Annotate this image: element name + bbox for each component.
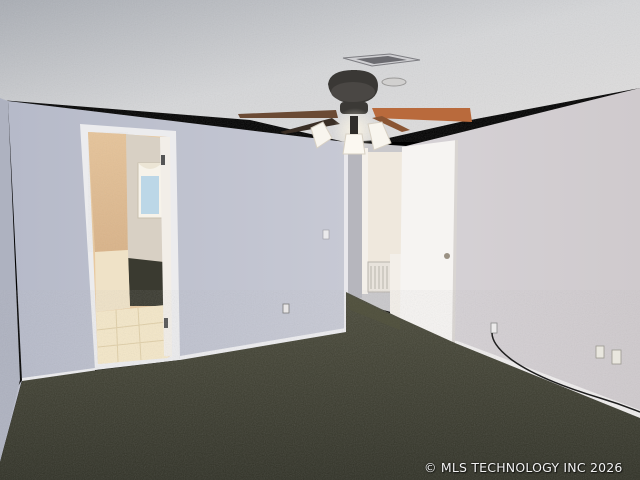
- door-knob[interactable]: [444, 253, 450, 259]
- power-outlet-icon: [595, 345, 605, 359]
- light-switch: [322, 229, 330, 240]
- power-outlet-icon: [282, 303, 290, 314]
- smoke-detector-icon: [381, 77, 407, 87]
- bathroom-window: [137, 162, 163, 219]
- power-outlet-icon: [611, 349, 622, 365]
- room-scene: [0, 0, 640, 480]
- room-photo: © MLS TECHNOLOGY INC 2026: [0, 0, 640, 480]
- hall-closet-door: [368, 152, 404, 262]
- bathroom-wallpaper: [88, 132, 128, 252]
- copyright-watermark: © MLS TECHNOLOGY INC 2026: [424, 460, 623, 475]
- power-outlet-icon: [490, 322, 498, 334]
